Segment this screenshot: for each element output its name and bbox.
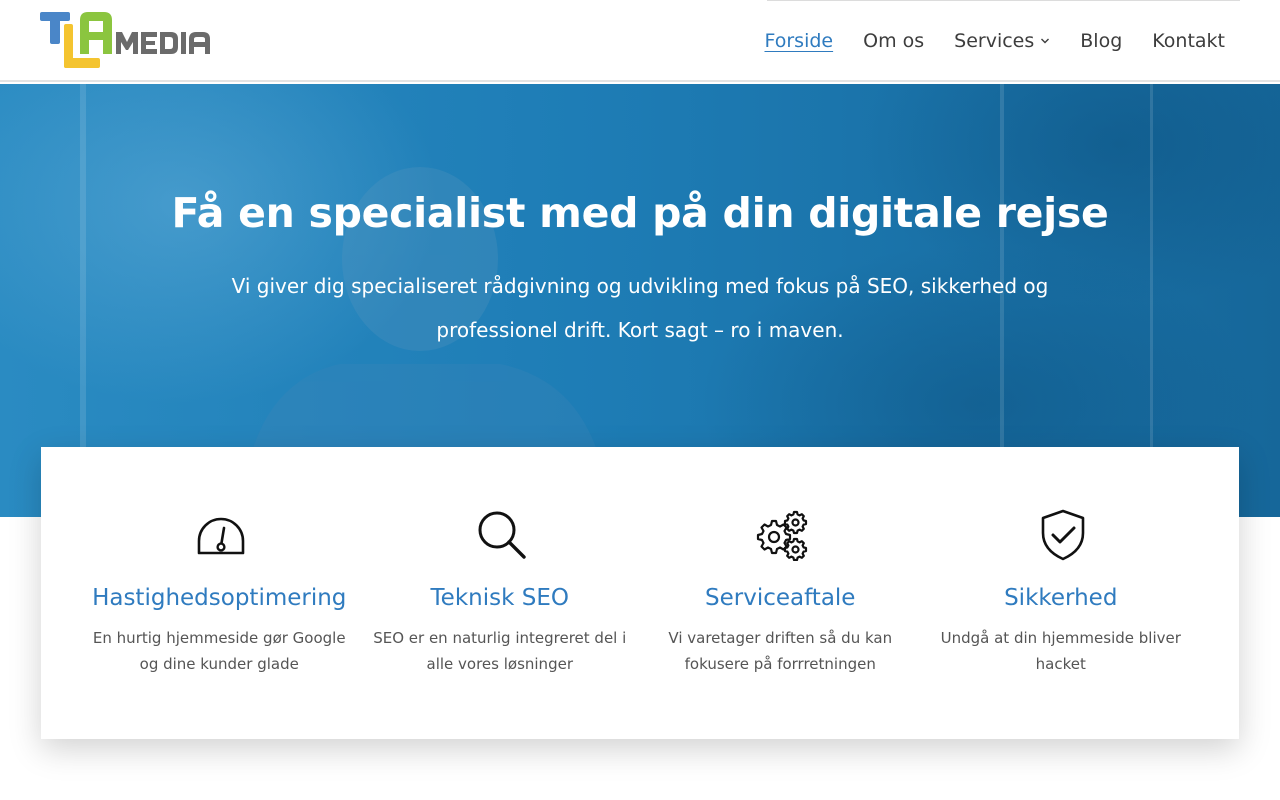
- nav-item-label: Kontakt: [1152, 30, 1225, 52]
- nav-item-label: Om os: [863, 30, 925, 52]
- service-description: SEO er en naturlig integreret del i alle…: [373, 629, 627, 673]
- nav-item-kontakt[interactable]: Kontakt: [1152, 30, 1225, 52]
- main-navigation: Forside Om os Services Blog Kontakt: [764, 28, 1225, 54]
- service-description: Vi varetager driften så du kan fokusere …: [668, 629, 893, 673]
- nav-divider: [767, 0, 1240, 1]
- service-title[interactable]: Serviceaftale: [640, 585, 921, 611]
- nav-item-label: Services: [954, 30, 1035, 52]
- service-title[interactable]: Sikkerhed: [921, 585, 1202, 611]
- tla-media-logo[interactable]: [40, 12, 212, 68]
- service-card-serviceaftale: Serviceaftale Vi varetager driften så du…: [640, 447, 921, 739]
- service-description: Undgå at din hjemmeside bliver hacket: [940, 629, 1181, 673]
- service-title[interactable]: Teknisk SEO: [360, 585, 641, 611]
- hero-title: Få en specialist med på din digitale rej…: [171, 189, 1109, 237]
- services-panel: Hastighedsoptimering En hurtig hjemmesid…: [41, 447, 1239, 739]
- service-card-seo: Teknisk SEO SEO er en naturlig integrere…: [360, 447, 641, 739]
- service-card-sikkerhed: Sikkerhed Undgå at din hjemmeside bliver…: [921, 447, 1202, 739]
- nav-item-services[interactable]: Services: [954, 30, 1050, 52]
- service-card-hastighed: Hastighedsoptimering En hurtig hjemmesid…: [79, 447, 360, 739]
- hero-subtitle: Vi giver dig specialiseret rådgivning og…: [231, 274, 1049, 342]
- nav-item-om-os[interactable]: Om os: [863, 30, 924, 52]
- shield-check-icon: [1041, 509, 1084, 561]
- site-header: Forside Om os Services Blog Kontakt: [0, 0, 1280, 82]
- gears-icon: [756, 510, 808, 561]
- magnifier-icon: [478, 511, 526, 559]
- nav-item-forside[interactable]: Forside: [764, 30, 833, 52]
- speedometer-icon: [197, 517, 245, 555]
- nav-item-blog[interactable]: Blog: [1080, 30, 1122, 52]
- nav-item-label: Forside: [764, 30, 834, 52]
- chevron-down-icon: [1041, 38, 1050, 44]
- nav-item-label: Blog: [1080, 30, 1123, 52]
- service-title[interactable]: Hastighedsoptimering: [79, 585, 360, 611]
- service-description: En hurtig hjemmeside gør Google og dine …: [92, 629, 346, 673]
